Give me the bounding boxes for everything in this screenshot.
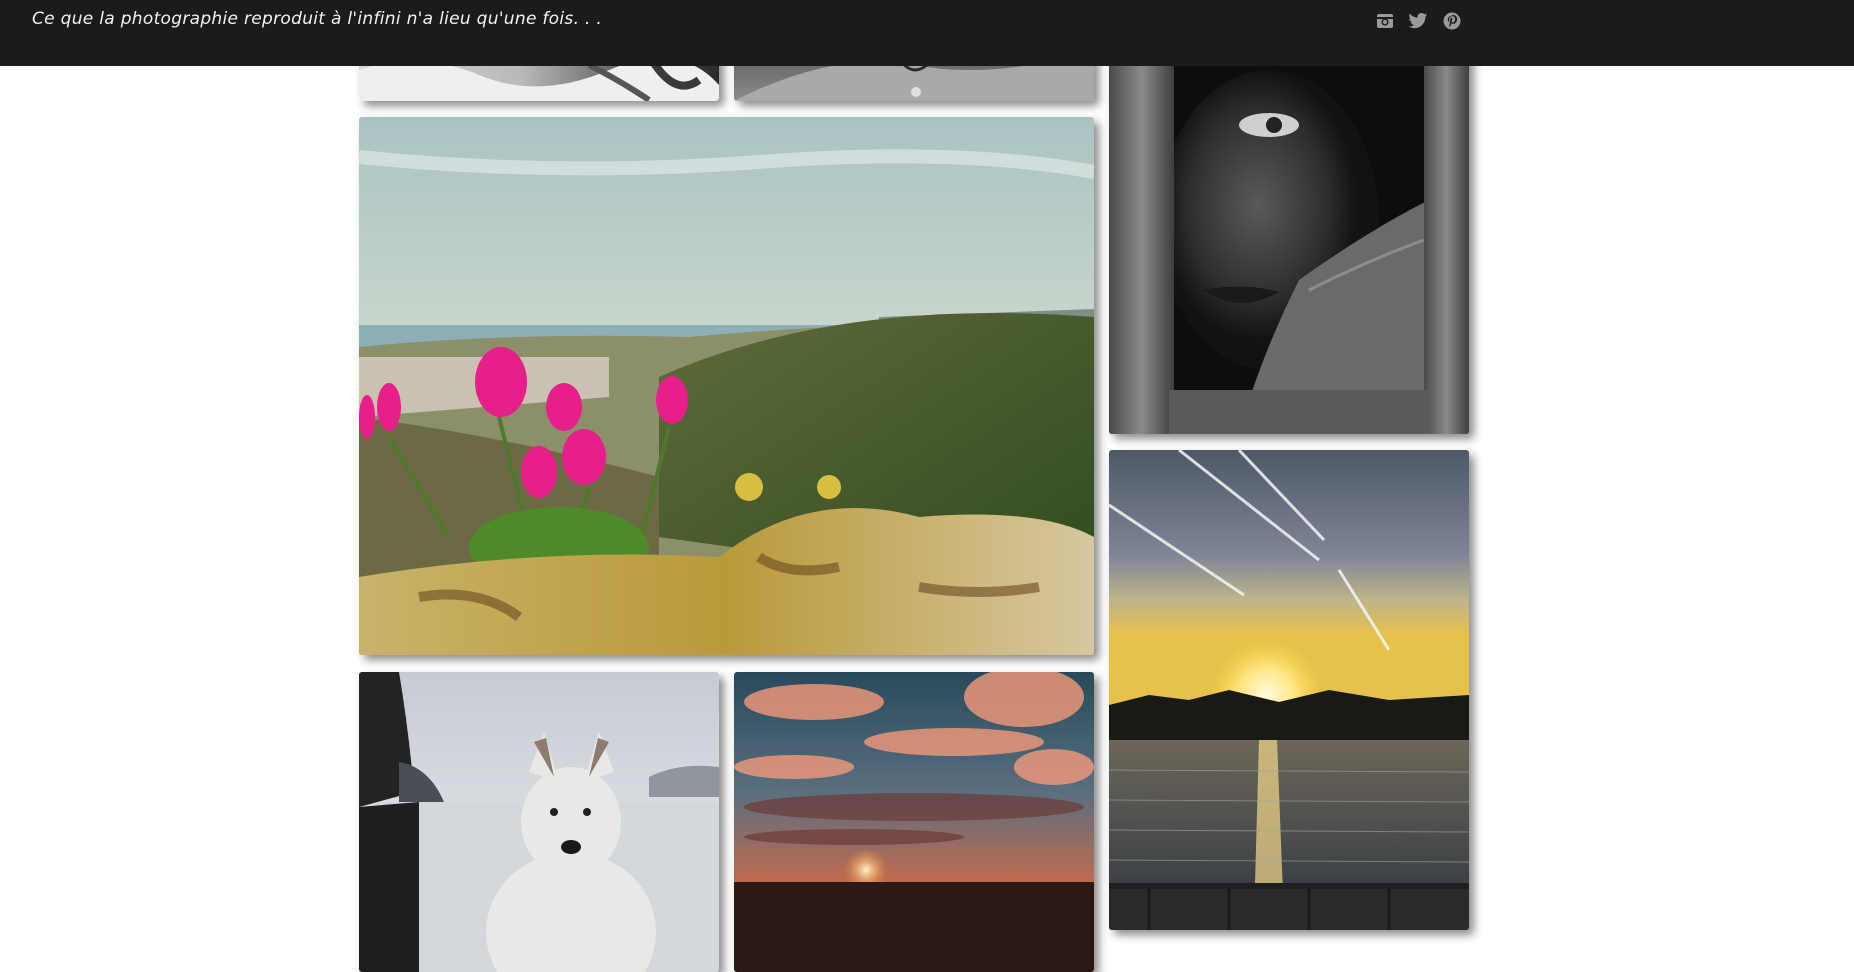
instagram-icon[interactable] [1374,10,1396,32]
pinterest-icon[interactable] [1441,10,1463,32]
photo-white-dog-beach[interactable] [359,672,719,972]
photo-sunset-clouds[interactable] [734,672,1094,972]
site-header: Ce que la photographie reproduit à l'inf… [0,0,1854,66]
photo-sunset-contrails[interactable] [1109,450,1469,930]
photo-pink-flowers-landscape[interactable] [359,117,1094,655]
photo-child-tear-bw[interactable] [1109,30,1469,434]
twitter-icon[interactable] [1407,10,1429,32]
site-tagline: Ce que la photographie reproduit à l'inf… [32,9,603,29]
